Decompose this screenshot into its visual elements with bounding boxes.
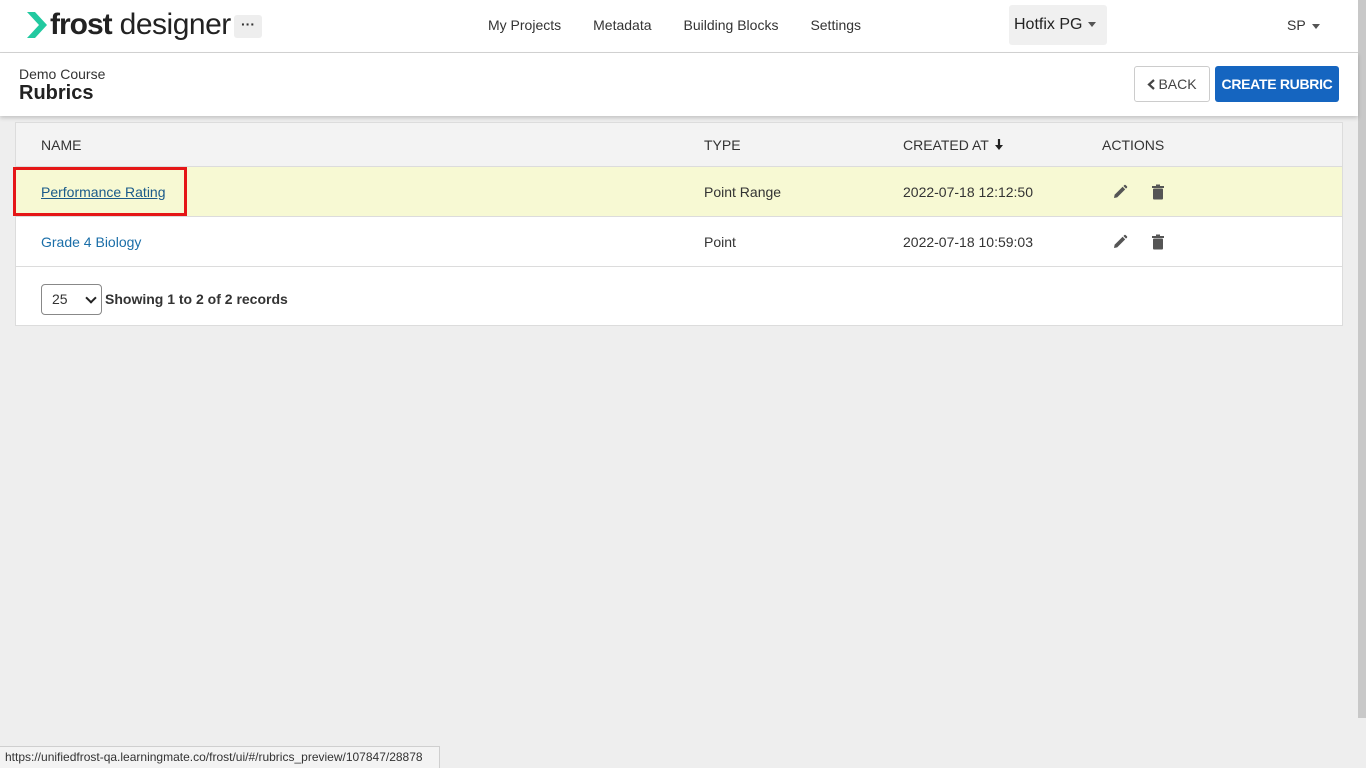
column-created-at-label: CREATED AT (903, 137, 989, 153)
arrow-down-icon (995, 139, 1004, 150)
brand-designer: designer (119, 8, 232, 41)
nav-my-projects[interactable]: My Projects (488, 17, 561, 33)
page-size-select[interactable]: 25 (41, 284, 102, 315)
column-actions: ACTIONS (1102, 137, 1165, 153)
more-menu-button[interactable]: ··· (234, 15, 262, 38)
page-header: Demo Course Rubrics BACK CREATE RUBRIC (0, 53, 1358, 116)
chevron-down-icon (85, 292, 97, 304)
nav-building-blocks[interactable]: Building Blocks (684, 17, 779, 33)
back-label: BACK (1158, 76, 1197, 92)
rubric-name-link[interactable]: Grade 4 Biology (41, 234, 141, 250)
rubric-type: Point (704, 234, 736, 250)
caret-down-icon (1088, 22, 1097, 28)
page-title: Rubrics (19, 82, 94, 104)
user-initials: SP (1287, 17, 1306, 33)
project-dropdown-label: Hotfix PG (1014, 16, 1083, 33)
table-row: Performance Rating Point Range 2022-07-1… (16, 167, 1342, 217)
breadcrumb[interactable]: Demo Course (19, 66, 105, 82)
main-nav: My Projects Metadata Building Blocks Set… (488, 17, 893, 33)
edit-pencil-icon[interactable] (1112, 184, 1128, 200)
annotation-highlight-box (13, 167, 187, 216)
delete-trash-icon[interactable] (1150, 184, 1166, 200)
frost-designer-logo[interactable]: frost designer (26, 8, 231, 42)
brand-frost: frost (50, 8, 113, 41)
chevron-logo-icon (27, 12, 47, 38)
rubric-created-at: 2022-07-18 10:59:03 (903, 234, 1033, 250)
column-type[interactable]: TYPE (704, 137, 741, 153)
column-name[interactable]: NAME (41, 137, 81, 153)
table-header: NAME TYPE CREATED AT ACTIONS (16, 123, 1342, 167)
nav-metadata[interactable]: Metadata (593, 17, 651, 33)
top-navbar: frost designer ··· My Projects Metadata … (0, 0, 1358, 53)
vertical-scrollbar[interactable] (1358, 0, 1366, 718)
column-created-at[interactable]: CREATED AT (903, 137, 1004, 153)
project-dropdown[interactable]: Hotfix PG (1009, 5, 1107, 45)
chevron-left-icon (1147, 79, 1156, 90)
page-size-value: 25 (52, 291, 68, 307)
user-menu[interactable]: SP (1287, 17, 1320, 33)
delete-trash-icon[interactable] (1150, 234, 1166, 250)
rubric-created-at: 2022-07-18 12:12:50 (903, 184, 1033, 200)
table-row: Grade 4 Biology Point 2022-07-18 10:59:0… (16, 217, 1342, 267)
back-button[interactable]: BACK (1134, 66, 1210, 102)
edit-pencil-icon[interactable] (1112, 234, 1128, 250)
rubrics-table: NAME TYPE CREATED AT ACTIONS Performance… (15, 122, 1343, 326)
rubric-type: Point Range (704, 184, 782, 200)
create-rubric-button[interactable]: CREATE RUBRIC (1215, 66, 1339, 102)
caret-down-icon (1311, 23, 1320, 29)
nav-settings[interactable]: Settings (810, 17, 861, 33)
records-summary: Showing 1 to 2 of 2 records (105, 291, 288, 307)
status-url: https://unifiedfrost-qa.learningmate.co/… (0, 746, 440, 768)
